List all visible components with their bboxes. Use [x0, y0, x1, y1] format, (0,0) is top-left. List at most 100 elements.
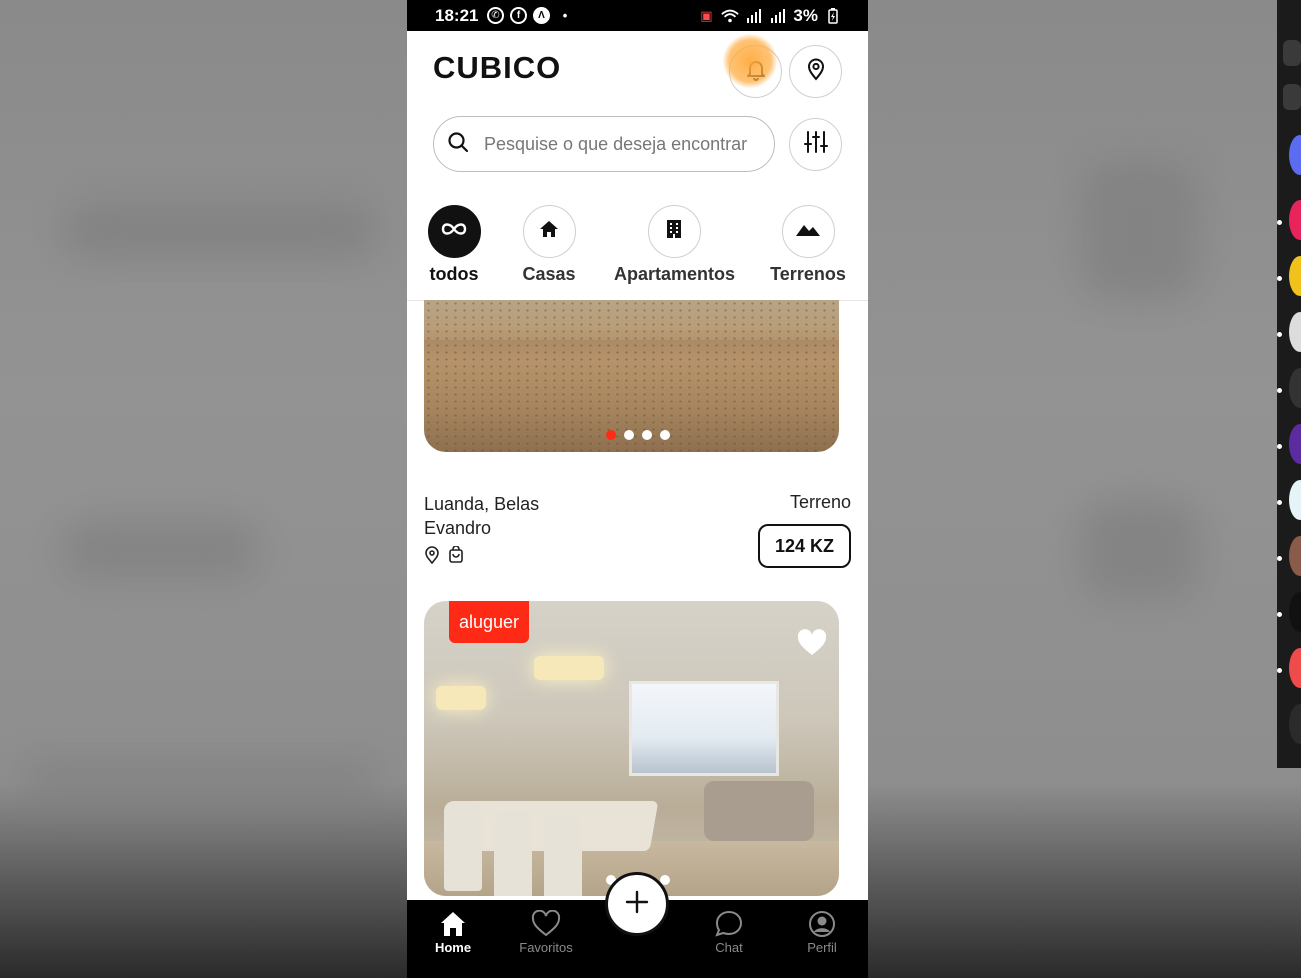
side-app-icon[interactable] — [1289, 536, 1301, 576]
side-app-icon[interactable] — [1289, 592, 1301, 632]
side-indicator-dot — [1277, 668, 1282, 673]
price-badge[interactable]: 124 KZ — [758, 524, 851, 568]
chat-icon — [689, 908, 769, 940]
photo-lamp — [534, 656, 604, 680]
app-logo: CUBICO — [433, 50, 562, 85]
search-placeholder: Pesquise o que deseja encontrar — [484, 133, 748, 154]
nav-label: Chat — [715, 940, 743, 955]
side-app-icon[interactable] — [1289, 704, 1301, 744]
nav-label: Perfil — [807, 940, 837, 955]
signal-icon — [745, 7, 763, 25]
category-icon-wrapper — [522, 205, 576, 258]
carousel-dot[interactable] — [642, 430, 652, 440]
category-label: Terrenos — [770, 264, 846, 284]
listing-tag: aluguer — [449, 601, 530, 643]
shopping-bag-icon[interactable] — [448, 545, 464, 569]
home-icon — [413, 908, 493, 940]
side-app-icon[interactable] — [1289, 480, 1301, 520]
background-blur-shape — [20, 760, 380, 800]
side-app-icon[interactable] — [1289, 256, 1301, 296]
nav-chat[interactable]: Chat — [689, 908, 769, 955]
background-blur-shape — [1080, 500, 1200, 600]
listing-photo-apartment[interactable]: aluguer — [424, 601, 839, 896]
heart-icon — [506, 908, 586, 940]
photo-chair — [444, 801, 482, 891]
photo-window — [629, 681, 779, 776]
tap-highlight — [723, 34, 777, 88]
nav-label: Favoritos — [519, 940, 573, 955]
photo-lamp — [436, 686, 486, 710]
side-app-icon[interactable] — [1289, 200, 1301, 240]
category-casas[interactable]: Casas — [519, 205, 579, 285]
search-icon — [446, 130, 470, 159]
category-todos[interactable]: todos — [424, 205, 484, 285]
listing-actions — [424, 545, 464, 569]
category-icon-wrapper — [427, 205, 481, 258]
filter-button[interactable] — [789, 118, 842, 171]
category-icon-wrapper — [647, 205, 701, 258]
battery-percent: 3% — [793, 6, 818, 25]
carousel-dot[interactable] — [624, 430, 634, 440]
side-app-icon[interactable] — [1289, 368, 1301, 408]
side-app-icon[interactable] — [1289, 312, 1301, 352]
listing-owner: Evandro — [424, 518, 492, 538]
nav-label: Home — [434, 940, 472, 955]
side-indicator-dot — [1277, 444, 1282, 449]
map-pin-icon[interactable] — [424, 546, 440, 569]
building-icon — [663, 218, 685, 245]
category-terrenos[interactable]: Terrenos — [768, 205, 848, 285]
category-label: Apartamentos — [614, 264, 736, 284]
category-label: todos — [429, 264, 479, 284]
wifi-icon — [721, 7, 740, 25]
side-indicator-dot — [1277, 276, 1282, 281]
nav-perfil[interactable]: Perfil — [782, 908, 862, 955]
infinity-icon — [440, 221, 468, 242]
more-notifications-icon: • — [562, 7, 568, 23]
nav-home[interactable]: Home — [413, 908, 493, 955]
side-indicator-dot — [1277, 220, 1282, 225]
phone-screen: 18:21 ✆ f Λ • ▣ 3% CUBICO Pesquise o que… — [407, 0, 868, 978]
add-listing-button[interactable] — [605, 872, 669, 936]
collapse-tab[interactable] — [1283, 40, 1301, 66]
battery-charging-icon — [824, 7, 842, 25]
category-label: Casas — [522, 264, 576, 284]
side-app-icon[interactable] — [1289, 424, 1301, 464]
photo-chair — [544, 816, 582, 896]
profile-icon — [782, 908, 862, 940]
mountain-icon — [795, 221, 821, 242]
listing-info: Luanda, Belas Evandro — [424, 492, 539, 540]
side-indicator-dot — [1277, 500, 1282, 505]
whatsapp-icon: ✆ — [487, 6, 504, 24]
side-app-icon[interactable] — [1289, 648, 1301, 688]
photo-chair — [494, 811, 532, 896]
back-tab[interactable] — [1283, 84, 1301, 110]
app-notification-icon: Λ — [533, 6, 550, 24]
search-input[interactable]: Pesquise o que deseja encontrar — [433, 116, 775, 172]
status-time: 18:21 — [435, 6, 479, 25]
location-button[interactable] — [789, 45, 842, 98]
carousel-dot[interactable] — [660, 430, 670, 440]
side-indicator-dot — [1277, 388, 1282, 393]
location-pin-icon — [804, 57, 828, 86]
status-bar: 18:21 ✆ f Λ • ▣ 3% — [407, 0, 868, 31]
house-icon — [538, 218, 560, 245]
side-app-icon[interactable] — [1289, 135, 1301, 175]
carousel-dot[interactable] — [606, 430, 616, 440]
side-indicator-dot — [1277, 332, 1282, 337]
sliders-icon — [803, 129, 829, 160]
category-apartamentos[interactable]: Apartamentos — [614, 205, 736, 285]
listing-location: Luanda, Belas — [424, 494, 540, 514]
plus-icon — [624, 889, 650, 920]
background-blur-shape — [1080, 160, 1200, 300]
nav-favoritos[interactable]: Favoritos — [506, 908, 586, 955]
category-icon-wrapper — [781, 205, 835, 258]
favorite-heart-icon[interactable] — [797, 629, 827, 662]
facebook-icon: f — [510, 6, 527, 24]
side-indicator-dot — [1277, 556, 1282, 561]
cast-icon: ▣ — [700, 8, 713, 23]
listing-photo-terrain[interactable] — [424, 300, 839, 452]
carousel-indicator — [606, 430, 670, 440]
signal-icon — [769, 7, 787, 25]
photo-sofa — [704, 781, 814, 841]
listing-type: Terreno — [789, 492, 851, 512]
